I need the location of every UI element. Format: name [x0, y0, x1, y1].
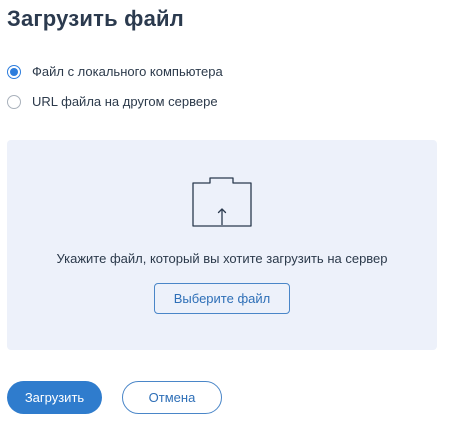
radio-label-local-file: Файл с локального компьютера	[32, 64, 223, 79]
radio-button-local-file[interactable]	[7, 64, 21, 79]
radio-option-url[interactable]: URL файла на другом сервере	[7, 94, 218, 109]
page-title: Загрузить файл	[7, 6, 184, 31]
file-dropzone[interactable]: Укажите файл, который вы хотите загрузит…	[7, 140, 437, 350]
choose-file-button[interactable]: Выберите файл	[154, 283, 290, 314]
folder-upload-icon	[192, 177, 252, 227]
dropzone-instruction: Укажите файл, который вы хотите загрузит…	[56, 251, 388, 266]
cancel-button[interactable]: Отмена	[122, 381, 222, 414]
upload-button[interactable]: Загрузить	[7, 381, 102, 414]
radio-button-url[interactable]	[7, 94, 21, 109]
radio-label-url: URL файла на другом сервере	[32, 94, 218, 109]
radio-option-local-file[interactable]: Файл с локального компьютера	[7, 64, 223, 79]
